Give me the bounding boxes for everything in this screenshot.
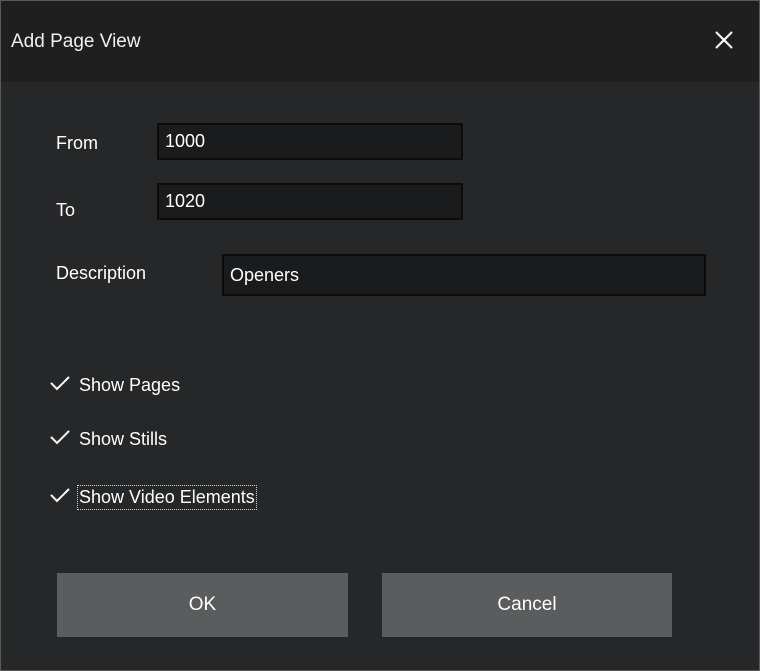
ok-button[interactable]: OK [57, 573, 348, 637]
to-label: To [56, 200, 76, 220]
from-field[interactable] [157, 123, 463, 160]
description-field[interactable] [222, 254, 706, 296]
description-label: Description [56, 263, 147, 283]
checkmark-icon [49, 486, 79, 509]
show-stills-label: Show Stills [79, 428, 168, 449]
checkmark-icon [49, 428, 79, 451]
add-page-view-dialog: Add Page View From To Description Show P… [0, 0, 760, 671]
show-video-elements-checkbox[interactable]: Show Video Elements [49, 482, 257, 512]
title-bar: Add Page View [1, 1, 759, 82]
cancel-button[interactable]: Cancel [382, 573, 672, 637]
dialog-title: Add Page View [11, 31, 141, 52]
to-field[interactable] [157, 183, 463, 220]
show-stills-checkbox[interactable]: Show Stills [49, 424, 167, 454]
close-icon[interactable] [711, 27, 737, 53]
show-pages-checkbox[interactable]: Show Pages [49, 370, 180, 400]
show-video-elements-label: Show Video Elements [77, 484, 257, 510]
checkmark-icon [49, 374, 79, 397]
from-label: From [56, 133, 98, 153]
show-pages-label: Show Pages [79, 374, 181, 395]
